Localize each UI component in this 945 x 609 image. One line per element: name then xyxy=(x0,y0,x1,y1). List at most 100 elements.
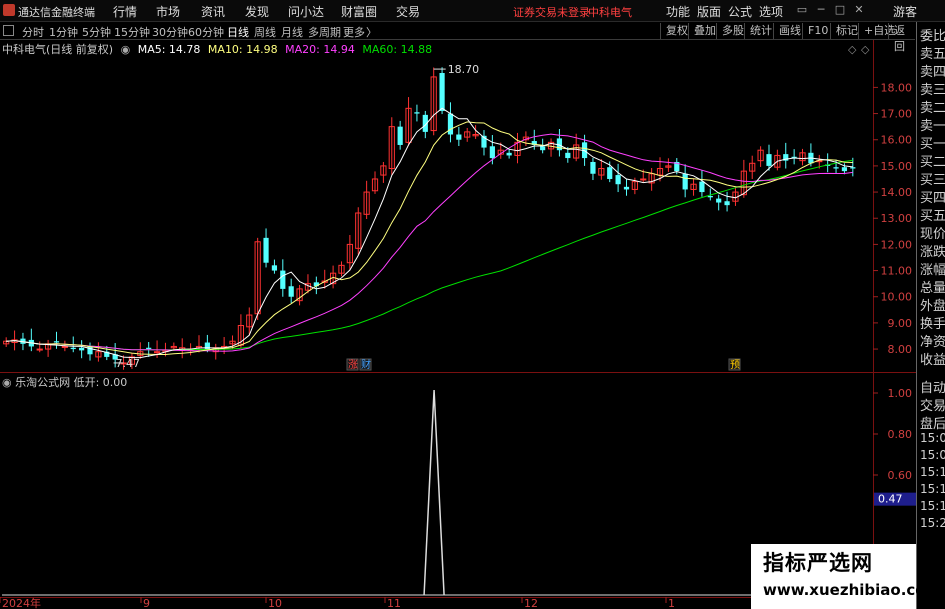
price-tick-label: 18.00 xyxy=(881,81,913,94)
legend-settings-icon[interactable]: ◉ xyxy=(121,43,131,56)
event-marker-forecast: 预 xyxy=(730,359,740,371)
candle-body xyxy=(397,126,403,145)
pane-divider xyxy=(0,372,916,373)
candle-body xyxy=(146,347,152,350)
candle-body xyxy=(623,186,630,190)
watermark-title: 指标严选网 xyxy=(763,551,873,575)
candle-body xyxy=(506,152,512,156)
side-time: 15:18 xyxy=(920,482,945,496)
candle-body xyxy=(36,348,43,351)
legend-ma60: MA60: 14.88 xyxy=(362,43,433,56)
candle-body xyxy=(271,265,278,271)
candle-body xyxy=(61,345,68,348)
candle-body xyxy=(263,237,269,263)
side-label: 卖三 xyxy=(920,83,945,98)
side-label: 收益 xyxy=(920,353,945,368)
side-label: 买一 xyxy=(920,137,945,152)
price-axis-line xyxy=(873,40,874,609)
side-label: 现价 xyxy=(920,227,945,242)
price-tick-label: 17.00 xyxy=(881,108,913,121)
ma60-line xyxy=(6,159,853,351)
legend-stock: 中科电气(日线 前复权) xyxy=(2,43,114,56)
price-tick-label: 12.00 xyxy=(881,238,913,251)
main-legend: 中科电气(日线 前复权) ◉ MA5: 14.78 MA10: 14.98 MA… xyxy=(2,41,436,56)
sub-current-value: 0.47 xyxy=(878,493,903,506)
side-label: 买五 xyxy=(920,209,945,224)
event-marker-finance: 财 xyxy=(361,358,371,371)
candle-body xyxy=(607,167,613,179)
time-tick-label: 12 xyxy=(524,597,538,609)
side-label: 卖四 xyxy=(920,65,945,80)
side-label: 买二 xyxy=(920,155,945,170)
side-label: 净资 xyxy=(920,335,945,350)
event-marker-rise: 涨 xyxy=(348,359,358,371)
candle-body xyxy=(280,270,286,289)
ma20-line xyxy=(6,133,853,352)
candle-body xyxy=(447,113,454,135)
price-tick-label: 16.00 xyxy=(881,134,913,147)
candle-body xyxy=(565,152,571,159)
side-label: 盘后 xyxy=(920,417,945,432)
candle-body xyxy=(590,161,596,174)
kline-chart[interactable]: 18.0017.0016.0015.0014.0013.0012.0011.00… xyxy=(0,0,916,609)
side-label: 交易 xyxy=(920,399,945,414)
side-label: 外盘 xyxy=(920,299,945,314)
candle-body xyxy=(615,175,621,185)
candle-body xyxy=(540,146,546,151)
candle-body xyxy=(153,351,161,354)
sub-tick-label: 1.00 xyxy=(888,387,913,400)
side-time: 15:26 xyxy=(920,516,945,530)
legend-ma20: MA20: 14.94 xyxy=(285,43,355,56)
side-label: 自动 xyxy=(920,381,945,396)
candle-body xyxy=(699,181,705,193)
candle-body xyxy=(766,154,772,166)
side-label: 卖二 xyxy=(920,101,945,116)
candle-body xyxy=(79,347,85,351)
sub-tick-label: 0.80 xyxy=(888,428,913,441)
sub-indicator-name: 乐淘公式网 xyxy=(15,376,71,389)
candle-body xyxy=(439,73,445,111)
side-label: 涨跌 xyxy=(920,245,945,260)
side-time: 15:00 xyxy=(920,431,945,445)
price-tick-label: 15.00 xyxy=(881,160,913,173)
side-label: 总量 xyxy=(920,281,945,296)
time-tick-label: 9 xyxy=(143,597,150,609)
candle-body xyxy=(682,173,688,190)
candle-body xyxy=(640,178,647,181)
side-label: 委比 xyxy=(920,29,945,44)
moving-averages xyxy=(6,107,853,359)
side-label: 卖五 xyxy=(920,47,945,62)
candle-body xyxy=(288,286,294,297)
time-tick-label: 2024年 xyxy=(2,596,41,609)
sub-settings-icon[interactable]: ◉ xyxy=(2,376,12,389)
axes: 18.0017.0016.0015.0014.0013.0012.0011.00… xyxy=(0,43,916,609)
side-label: 卖一 xyxy=(920,119,945,134)
side-label: 买三 xyxy=(920,173,945,188)
side-time: 15:19 xyxy=(920,499,945,513)
candle-body xyxy=(414,112,420,114)
side-label: 买四 xyxy=(920,191,945,206)
candle-body xyxy=(841,167,848,172)
sub-legend: ◉ 乐淘公式网 低开: 0.00 xyxy=(2,374,127,390)
price-tick-label: 9.00 xyxy=(888,317,913,330)
low-label: 7.47 xyxy=(116,357,141,370)
candlesticks xyxy=(3,67,856,370)
side-label: 涨幅 xyxy=(920,263,945,278)
price-tick-label: 8.00 xyxy=(888,343,913,356)
candle-body xyxy=(850,167,856,169)
candle-body xyxy=(716,198,722,203)
time-tick-label: 11 xyxy=(387,597,401,609)
price-tick-label: 11.00 xyxy=(881,265,913,278)
sub-tick-label: 0.60 xyxy=(888,469,913,482)
price-tick-label: 13.00 xyxy=(881,212,913,225)
candle-body xyxy=(833,167,839,169)
side-time: 15:13 xyxy=(920,465,945,479)
candle-body xyxy=(70,347,76,350)
candle-body xyxy=(53,341,60,343)
pin-icon: ◇ xyxy=(861,43,870,56)
side-time: 15:08 xyxy=(920,448,945,462)
time-tick-label: 10 xyxy=(268,597,282,609)
sub-indicator-value: 低开: 0.00 xyxy=(73,376,128,389)
legend-ma5: MA5: 14.78 xyxy=(137,43,201,56)
pin-icon: ◇ xyxy=(848,43,857,56)
